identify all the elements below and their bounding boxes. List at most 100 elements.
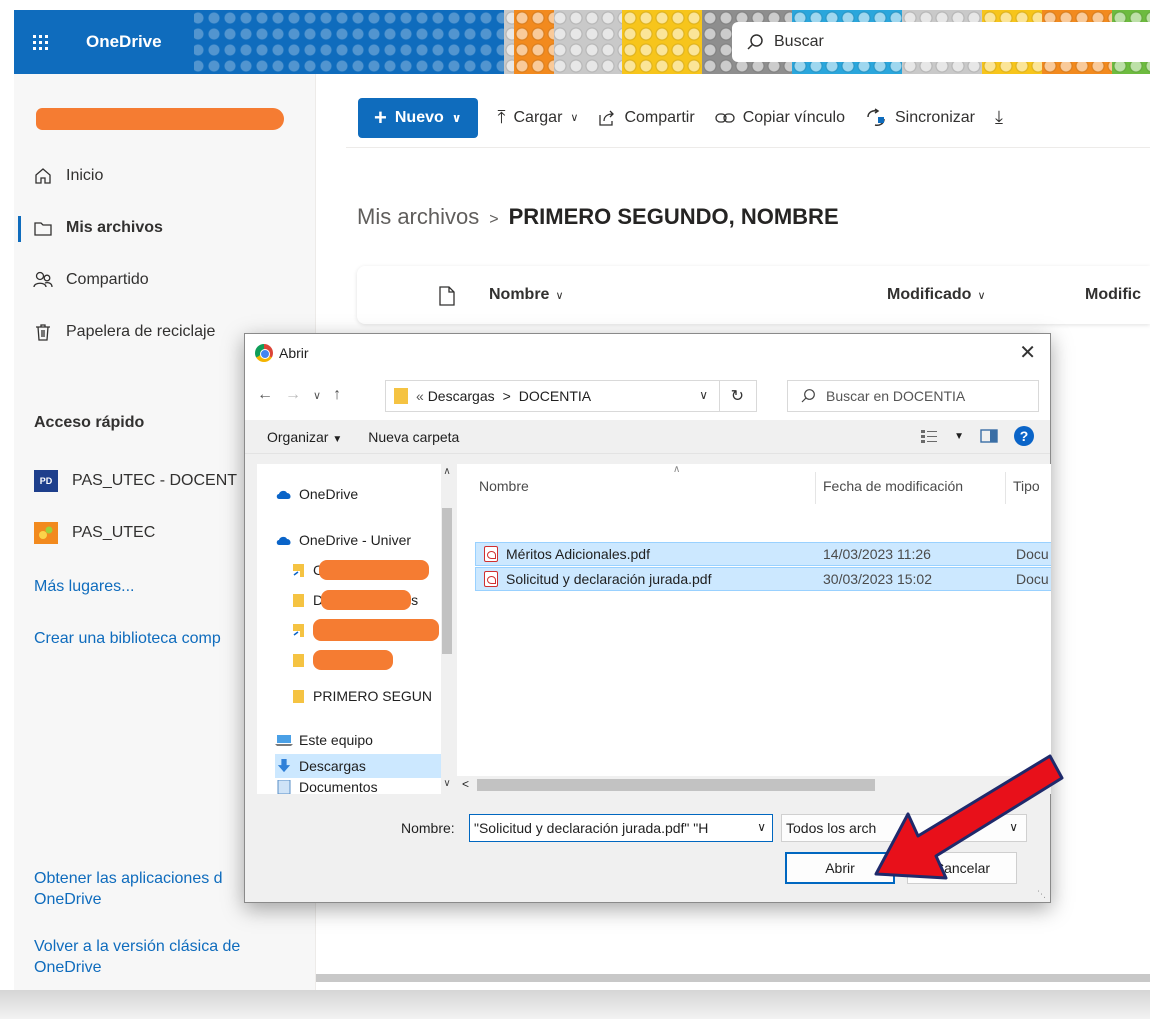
new-button[interactable]: + Nuevo ∨: [358, 97, 478, 138]
path-segment[interactable]: DOCENTIA: [519, 388, 591, 404]
close-icon[interactable]: ✕: [1019, 340, 1036, 365]
file-name: Méritos Adicionales.pdf: [506, 546, 650, 562]
file-type-icon: [439, 286, 455, 306]
column-name[interactable]: Nombre: [479, 478, 529, 494]
redaction: [313, 619, 439, 641]
quick-access-item[interactable]: PD PAS_UTEC - DOCENT: [34, 468, 237, 494]
tree-item-selected[interactable]: Descargas: [275, 754, 441, 778]
dialog-title-bar: Abrir ✕: [245, 334, 1050, 372]
copy-link-button[interactable]: Copiar vínculo: [715, 109, 845, 127]
open-button[interactable]: Abrir: [785, 852, 895, 884]
site-badge: PD: [34, 470, 58, 492]
sync-button[interactable]: Sincronizar: [865, 107, 975, 128]
create-library-link[interactable]: Crear una biblioteca comp: [34, 630, 221, 648]
tree-item[interactable]: OneDrive - Univer: [275, 528, 453, 552]
file-list-hscrollbar[interactable]: <: [457, 776, 1051, 794]
tree-item[interactable]: C: [289, 558, 453, 582]
filename-input[interactable]: "Solicitud y declaración jurada.pdf" "H …: [469, 814, 773, 842]
scroll-down-icon[interactable]: ∨: [441, 778, 453, 789]
up-icon[interactable]: ↑: [333, 386, 341, 404]
search-icon: [747, 34, 763, 50]
column-type[interactable]: Tipo: [1013, 478, 1040, 494]
scroll-thumb[interactable]: [477, 779, 875, 791]
tree-item[interactable]: Documentos: [275, 780, 453, 794]
column-modified-by[interactable]: Modific: [1085, 286, 1141, 304]
refresh-icon[interactable]: ↻: [731, 386, 744, 406]
recent-chevron-icon[interactable]: ∨: [313, 386, 321, 404]
quick-access-label: PAS_UTEC: [72, 524, 156, 541]
chevron-down-icon[interactable]: ∨: [757, 820, 766, 834]
scroll-thumb[interactable]: [442, 508, 452, 654]
filetype-select[interactable]: Todos los arch ∨: [781, 814, 1027, 842]
breadcrumb-current: PRIMERO SEGUNDO, NOMBRE: [508, 204, 839, 229]
file-type: Docu: [1016, 571, 1049, 587]
scroll-up-icon[interactable]: ∧: [441, 466, 453, 477]
chevron-down-icon: ∨: [1009, 820, 1018, 834]
tree-item[interactable]: OneDrive: [275, 482, 453, 506]
chevron-right-icon: >: [502, 388, 511, 404]
dialog-search-box[interactable]: Buscar en DOCENTIA: [787, 380, 1039, 412]
tree-scrollbar[interactable]: ∧ ∨: [441, 464, 453, 794]
nav-item-home[interactable]: Inicio: [14, 158, 316, 194]
pdf-icon: [484, 546, 498, 562]
nav-label: Papelera de reciclaje: [66, 323, 216, 340]
more-places-link[interactable]: Más lugares...: [34, 578, 134, 596]
tree-item[interactable]: Este equipo: [275, 728, 453, 752]
back-icon[interactable]: ←: [257, 386, 273, 404]
search-box[interactable]: Buscar: [732, 22, 1150, 62]
share-icon: [599, 110, 615, 126]
share-label: Compartir: [624, 108, 695, 126]
share-button[interactable]: Compartir: [598, 108, 695, 127]
get-apps-link[interactable]: Obtener las aplicaciones d OneDrive: [34, 868, 244, 910]
view-options-icon[interactable]: [920, 428, 938, 444]
column-name[interactable]: Nombre ∨: [489, 286, 564, 304]
column-modified[interactable]: Modificado ∨: [887, 286, 986, 304]
resize-grip-icon[interactable]: ⋱: [1037, 889, 1046, 900]
forward-icon[interactable]: →: [285, 386, 301, 404]
tree-item[interactable]: D s: [289, 588, 453, 612]
upload-label: Cargar: [513, 108, 563, 126]
download-icon: ⤓: [995, 107, 1003, 127]
breadcrumb-root[interactable]: Mis archivos: [357, 204, 479, 229]
chevron-down-icon[interactable]: ∨: [699, 388, 708, 402]
quick-access-label: PAS_UTEC - DOCENT: [72, 472, 238, 489]
column-name-label: Nombre: [489, 286, 550, 303]
tree-item[interactable]: [289, 618, 453, 642]
upload-button[interactable]: ⤒ Cargar ∨: [498, 107, 579, 128]
chevron-right-icon: >: [489, 211, 499, 228]
tree-item[interactable]: PRIMERO SEGUN: [289, 684, 453, 708]
caret-down-icon[interactable]: ▼: [954, 431, 964, 442]
file-date: 30/03/2023 15:02: [823, 571, 932, 587]
dialog-footer: Nombre: "Solicitud y declaración jurada.…: [245, 804, 1050, 904]
folder-icon: [293, 654, 304, 667]
cancel-button[interactable]: Cancelar: [907, 852, 1017, 884]
preview-pane-icon[interactable]: [980, 429, 998, 443]
page-bottom-edge: [0, 990, 1150, 1019]
address-bar[interactable]: « Descargas > DOCENTIA ∨ ↻: [385, 380, 757, 412]
app-launcher-button[interactable]: [14, 10, 66, 74]
column-date[interactable]: Fecha de modificación: [823, 478, 963, 494]
app-name[interactable]: OneDrive: [86, 32, 162, 52]
open-file-dialog: Abrir ✕ ← → ∨ ↑ « Descargas > DOCENTIA ∨…: [244, 333, 1051, 903]
scroll-left-icon[interactable]: <: [462, 777, 469, 791]
chevron-down-icon: ∨: [570, 112, 579, 124]
classic-view-link[interactable]: Volver a la versión clásica de OneDrive: [34, 936, 294, 978]
waffle-icon: [32, 34, 48, 50]
organize-menu[interactable]: Organizar ▼: [267, 429, 342, 445]
new-folder-button[interactable]: Nueva carpeta: [368, 429, 459, 445]
command-bar: + Nuevo ∨ ⤒ Cargar ∨ Compartir Copiar ví…: [346, 88, 1150, 148]
quick-access-item[interactable]: PAS_UTEC: [34, 520, 155, 546]
path-segment[interactable]: Descargas: [428, 388, 495, 404]
file-row[interactable]: Solicitud y declaración jurada.pdf 30/03…: [475, 567, 1051, 591]
filename-label: Nombre:: [401, 820, 455, 836]
file-row[interactable]: Méritos Adicionales.pdf 14/03/2023 11:26…: [475, 542, 1051, 566]
page-hscrollbar[interactable]: [316, 974, 1150, 982]
nav-item-shared[interactable]: Compartido: [14, 262, 316, 298]
help-icon[interactable]: ?: [1014, 426, 1034, 446]
nav-item-my-files[interactable]: Mis archivos: [14, 210, 316, 246]
file-list: Nombre ∧ Fecha de modificación Tipo Méri…: [457, 464, 1051, 794]
tree-item[interactable]: [289, 648, 453, 672]
download-button[interactable]: ⤓: [995, 107, 1003, 128]
folder-tree: OneDrive OneDrive - Univer C D s PRIMERO: [257, 464, 453, 794]
caret-down-icon: ▼: [332, 433, 343, 445]
